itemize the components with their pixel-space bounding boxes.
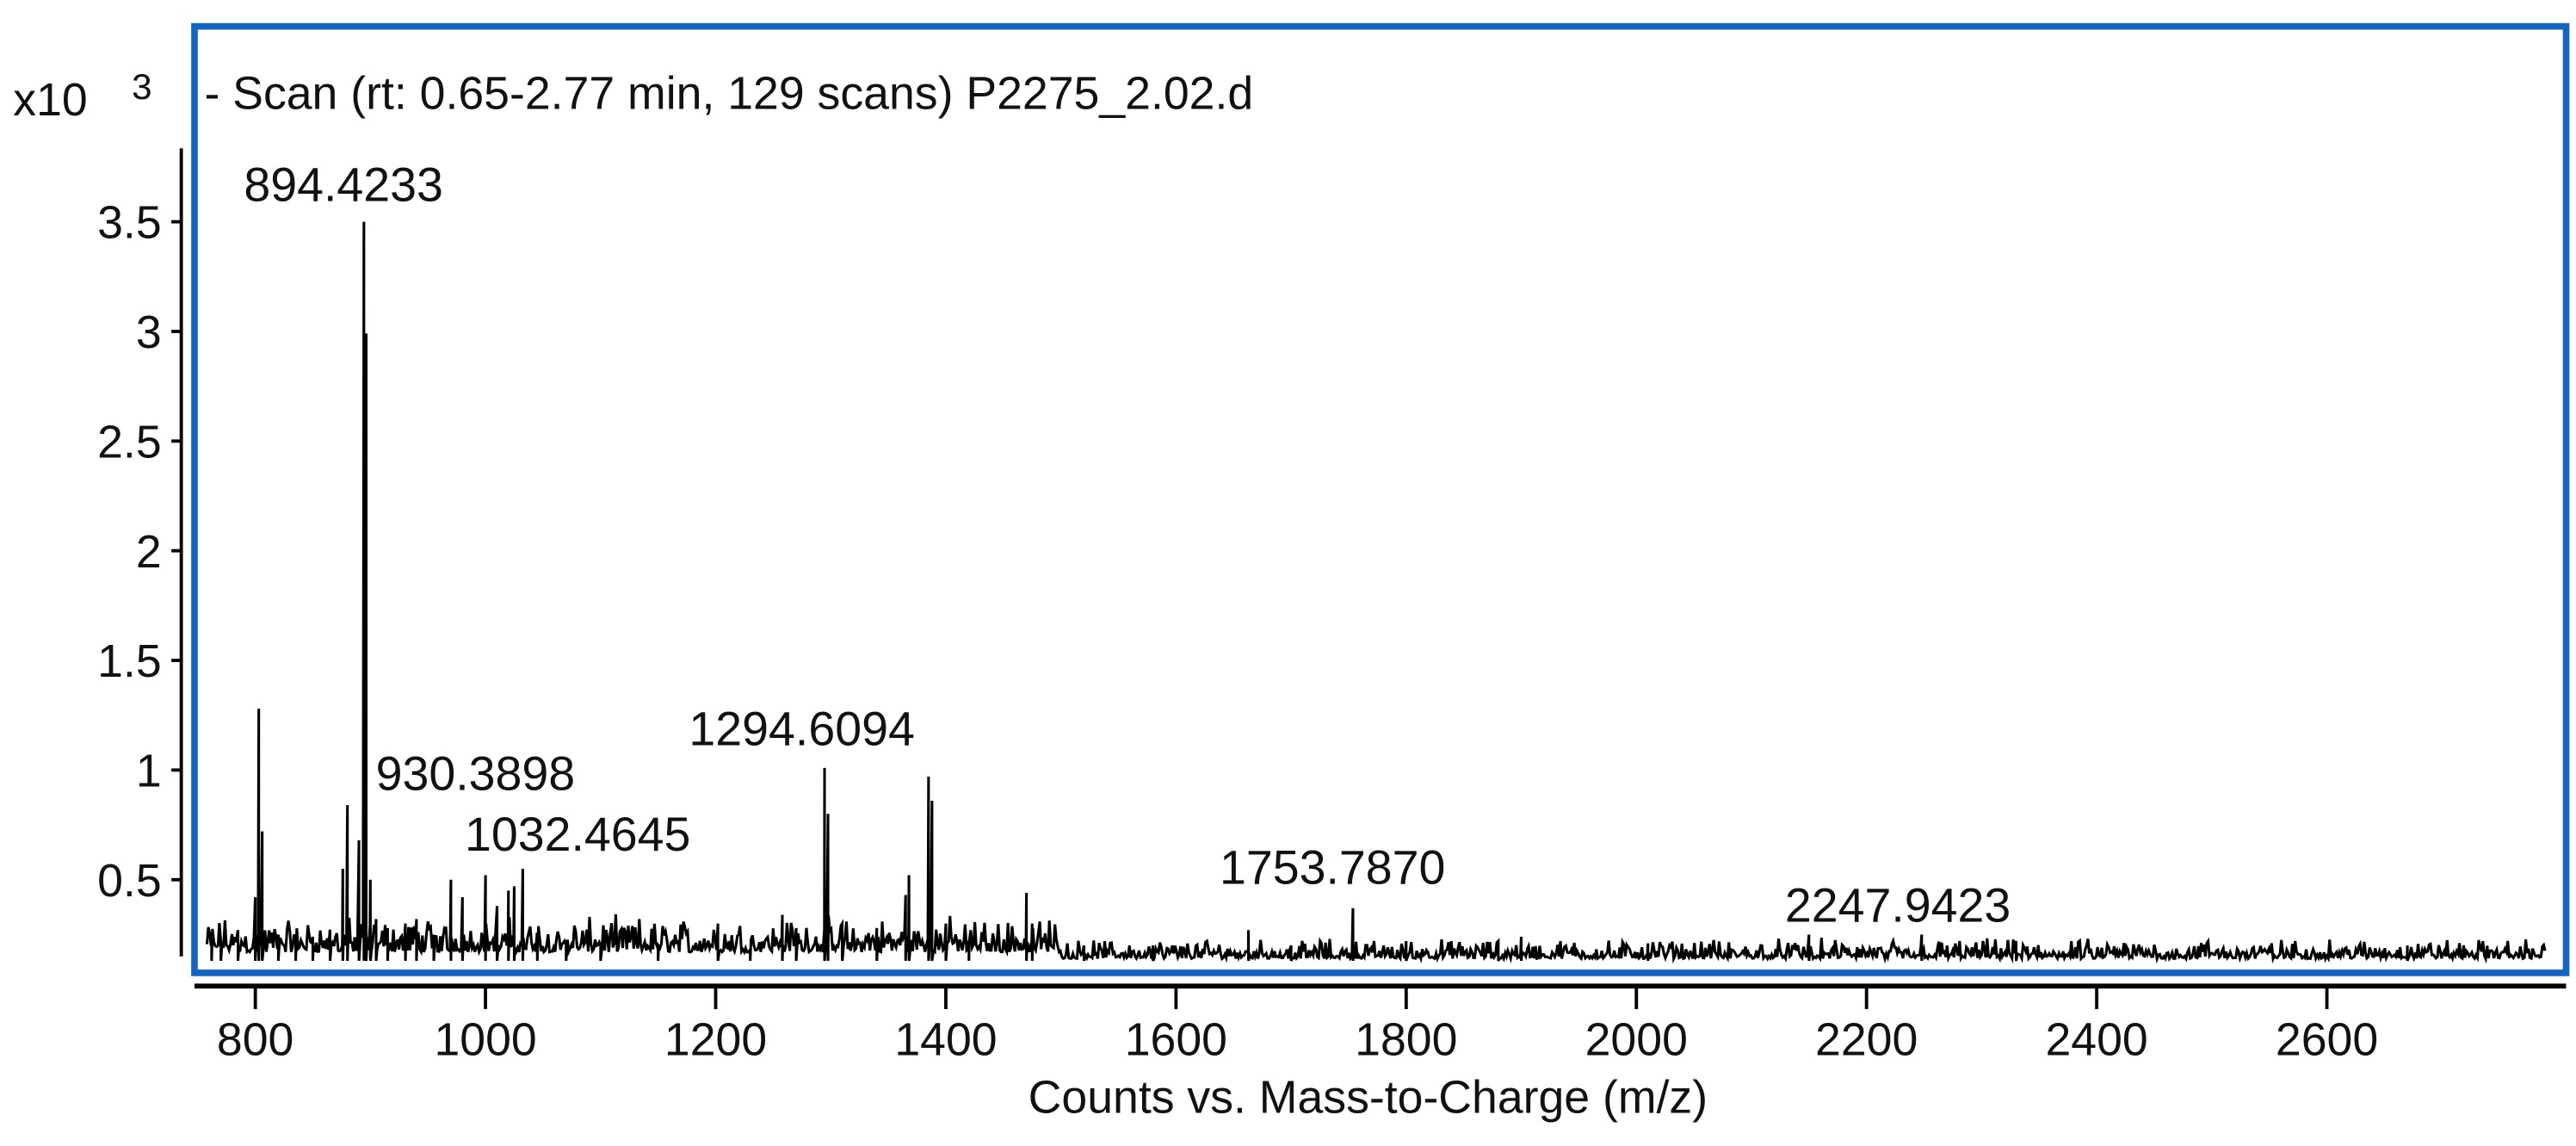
y-multiplier-exponent: 3	[132, 66, 151, 107]
x-axis-label: Counts vs. Mass-to-Charge (m/z)	[1029, 1072, 1708, 1124]
y-multiplier: x10	[13, 74, 87, 126]
y-tick-label: 1.5	[97, 635, 162, 687]
x-tick-label: 1800	[1355, 1014, 1457, 1066]
chart-title: - Scan (rt: 0.65-2.77 min, 129 scans) P2…	[204, 67, 1253, 119]
y-tick-label: 2.5	[97, 416, 162, 468]
peak-annotation: 894.4233	[244, 158, 443, 212]
peak-annotation: 1032.4645	[465, 808, 690, 861]
y-tick-label: 2	[136, 526, 162, 578]
y-tick-label: 3	[136, 307, 162, 358]
x-tick-label: 800	[217, 1014, 293, 1066]
peak-annotation: 930.3898	[376, 746, 576, 800]
x-tick-label: 1000	[434, 1014, 536, 1066]
y-tick-label: 3.5	[97, 197, 162, 249]
peak-annotation: 1294.6094	[689, 703, 914, 756]
y-tick-label: 1	[136, 746, 162, 797]
x-tick-label: 2000	[1585, 1014, 1688, 1066]
y-tick-label: 0.5	[97, 855, 162, 907]
peak-annotation: 2247.9423	[1785, 879, 2011, 932]
x-tick-label: 1200	[664, 1014, 767, 1066]
peak-annotation: 1753.7870	[1220, 840, 1445, 894]
x-tick-label: 1600	[1125, 1014, 1227, 1066]
x-tick-label: 2600	[2276, 1014, 2378, 1066]
x-tick-label: 2400	[2045, 1014, 2147, 1066]
mass-spectrum-chart: x10 3 - Scan (rt: 0.65-2.77 min, 129 sca…	[13, 22, 2570, 1124]
x-tick-label: 2200	[1815, 1014, 1918, 1066]
x-tick-label: 1400	[894, 1014, 997, 1066]
